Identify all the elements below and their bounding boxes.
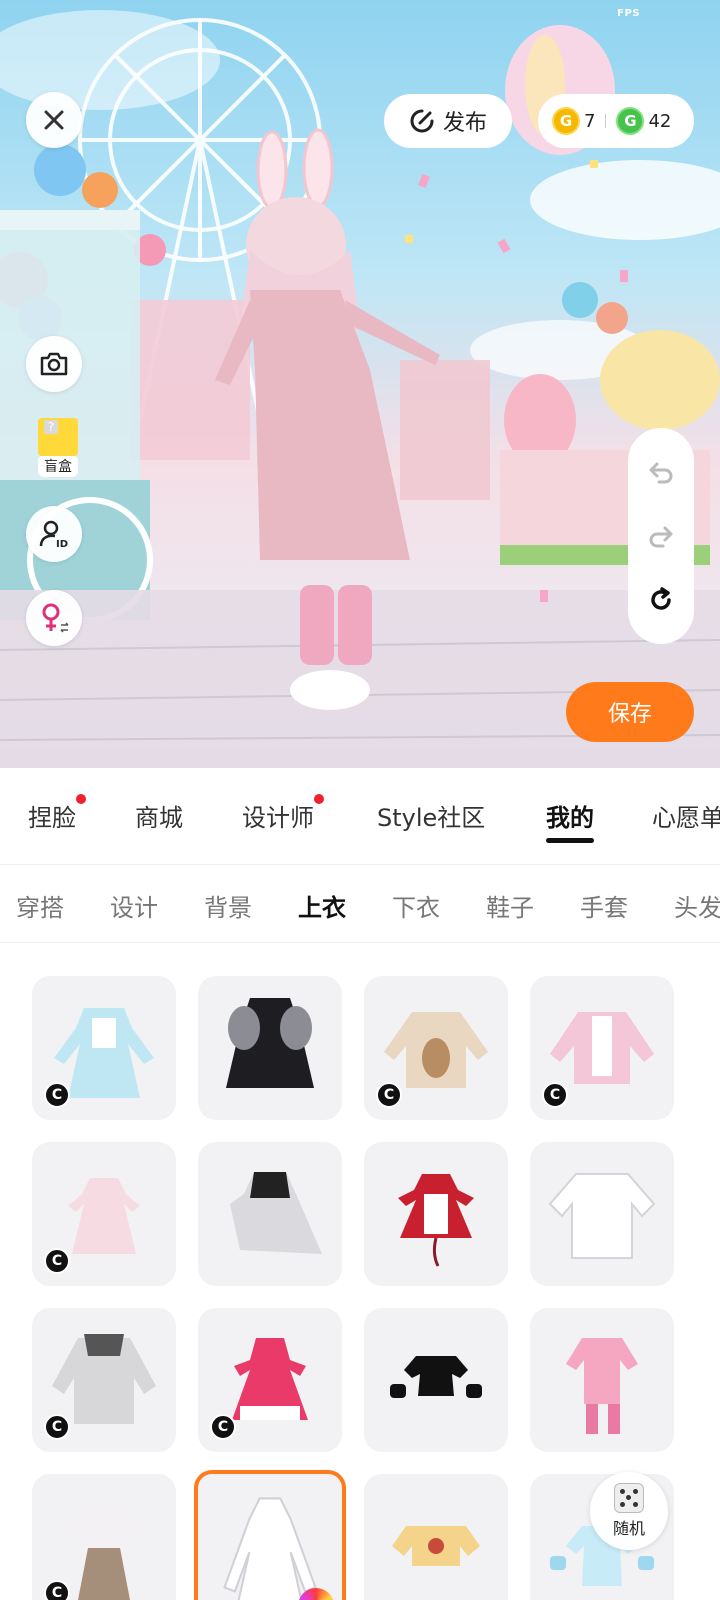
gold-coin-icon: G <box>552 107 580 135</box>
tab-mine-label: 我的 <box>546 804 594 832</box>
notification-dot <box>76 794 86 804</box>
close-icon <box>44 110 64 130</box>
gender-switch-button[interactable] <box>26 590 82 646</box>
publish-label: 发布 <box>442 111 487 136</box>
creator-badge-icon: C <box>542 1082 568 1108</box>
garment-thumbnail <box>548 1173 656 1259</box>
tab-designer[interactable]: 设计师 <box>242 794 324 833</box>
tab-designer-label: 设计师 <box>242 804 314 832</box>
garment-thumbnail <box>390 1356 482 1398</box>
subtabs-divider <box>0 942 720 943</box>
tab-store[interactable]: 商城 <box>135 798 183 833</box>
item-card[interactable] <box>198 976 342 1120</box>
creator-badge-icon: C <box>44 1580 70 1600</box>
item-card[interactable] <box>364 1142 508 1286</box>
avatar-preview-scene[interactable]: FPS 发布 G 7 G 42 盲盒 ID <box>0 0 720 768</box>
save-button[interactable]: 保存 <box>566 682 694 742</box>
tab-wishlist[interactable]: 心愿单 <box>652 798 720 833</box>
blindbox-label: 盲盒 <box>38 455 78 477</box>
creator-badge-icon: C <box>376 1082 402 1108</box>
svg-text:ID: ID <box>56 539 68 550</box>
item-card-selected[interactable] <box>194 1470 346 1600</box>
currency-divider <box>605 114 607 128</box>
creator-badge-icon: C <box>44 1082 70 1108</box>
item-card[interactable] <box>530 1308 674 1452</box>
item-card[interactable] <box>530 1142 674 1286</box>
subtab-gloves[interactable]: 手套 <box>580 888 628 923</box>
avatar-id-button[interactable]: ID <box>26 506 82 562</box>
tabs-divider <box>0 864 720 865</box>
creator-badge-icon: C <box>210 1414 236 1440</box>
item-card[interactable]: C <box>530 976 674 1120</box>
garment-thumbnail <box>392 1526 480 1566</box>
item-card[interactable] <box>364 1474 508 1600</box>
tab-face[interactable]: 捏脸 <box>28 794 86 833</box>
item-card[interactable]: C <box>32 1308 176 1452</box>
creator-badge-icon: C <box>44 1248 70 1274</box>
subtab-tops[interactable]: 上衣 <box>298 888 346 923</box>
sub-category-tabs: 穿搭 设计 背景 上衣 下衣 鞋子 手套 头发 <box>0 866 720 942</box>
subtab-design[interactable]: 设计 <box>110 888 158 923</box>
camera-icon <box>40 352 68 376</box>
history-controls <box>628 428 694 644</box>
reset-icon[interactable] <box>647 586 675 614</box>
dice-icon <box>614 1483 644 1513</box>
item-card[interactable]: C <box>32 976 176 1120</box>
item-card[interactable]: C <box>198 1308 342 1452</box>
tab-face-label: 捏脸 <box>28 804 76 832</box>
random-outfit-button[interactable]: 随机 <box>590 1472 668 1550</box>
currency-display[interactable]: G 7 G 42 <box>538 94 694 148</box>
redo-icon[interactable] <box>647 522 675 550</box>
item-card[interactable] <box>364 1308 508 1452</box>
green-coin-amount: 42 <box>648 110 672 132</box>
green-coin-icon: G <box>616 107 645 135</box>
close-button[interactable] <box>26 92 82 148</box>
garment-thumbnail <box>566 1338 638 1434</box>
subtab-hair[interactable]: 头发 <box>674 888 720 923</box>
item-card[interactable]: C <box>364 976 508 1120</box>
tab-store-label: 商城 <box>135 804 183 832</box>
notification-dot <box>314 794 324 804</box>
garment-thumbnail <box>223 1497 317 1600</box>
camera-button[interactable] <box>26 336 82 392</box>
item-card[interactable]: C <box>32 1474 176 1600</box>
user-id-icon: ID <box>39 520 68 550</box>
subtab-outfit[interactable]: 穿搭 <box>16 888 64 923</box>
gold-coin-amount: 7 <box>584 110 596 132</box>
tab-wishlist-label: 心愿单 <box>652 804 720 832</box>
subtab-bottoms[interactable]: 下衣 <box>392 888 440 923</box>
undo-icon[interactable] <box>647 458 675 486</box>
creator-badge-icon: C <box>44 1414 70 1440</box>
blindbox-icon <box>38 418 78 456</box>
publish-button[interactable]: 发布 <box>384 94 512 148</box>
active-tab-indicator <box>546 838 594 843</box>
garment-thumbnail <box>226 998 314 1088</box>
item-card[interactable]: C <box>32 1142 176 1286</box>
subtab-shoes[interactable]: 鞋子 <box>486 888 534 923</box>
blindbox-button[interactable]: 盲盒 <box>28 418 88 482</box>
tab-style-community-label: Style社区 <box>377 804 486 832</box>
subtab-background[interactable]: 背景 <box>204 888 252 923</box>
main-category-tabs: 捏脸 商城 设计师 Style社区 我的 心愿单 <box>0 768 720 864</box>
female-gender-icon <box>42 603 69 633</box>
tab-mine[interactable]: 我的 <box>546 798 594 833</box>
item-card[interactable] <box>198 1142 342 1286</box>
garment-thumbnail <box>398 1174 474 1267</box>
fps-indicator: FPS <box>617 8 640 19</box>
random-label: 随机 <box>612 1519 645 1538</box>
tab-style-community[interactable]: Style社区 <box>377 798 485 833</box>
publish-icon <box>410 109 434 133</box>
garment-thumbnail <box>230 1172 322 1254</box>
